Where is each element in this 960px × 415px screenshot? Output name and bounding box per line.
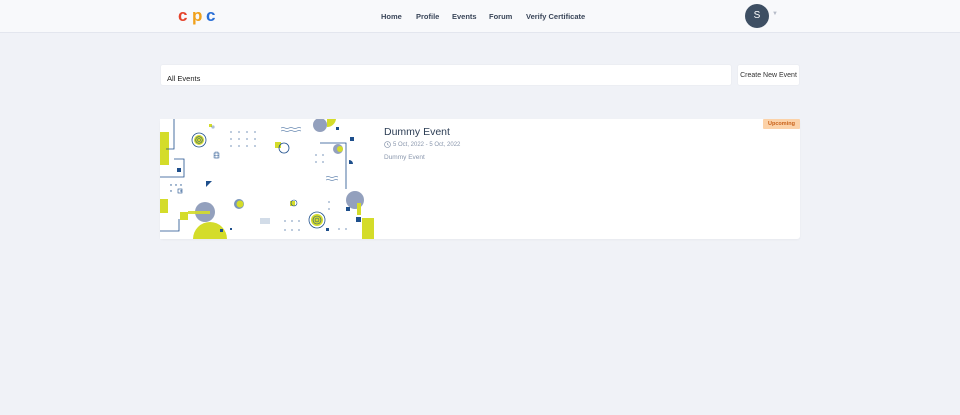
top-navbar: c p c Home Profile Events Forum Verify C…: [0, 0, 960, 33]
event-date-text: 5 Oct, 2022 - 5 Oct, 2022: [393, 141, 461, 148]
clock-icon: [384, 141, 391, 148]
create-new-event-button[interactable]: Create New Event: [737, 64, 800, 86]
event-title[interactable]: Dummy Event: [384, 126, 450, 138]
nav-item-verify-certificate[interactable]: Verify Certificate: [526, 12, 585, 21]
nav-item-profile[interactable]: Profile: [416, 12, 439, 21]
event-card[interactable]: Dummy Event 5 Oct, 2022 - 5 Oct, 2022 Du…: [160, 119, 800, 239]
event-date: 5 Oct, 2022 - 5 Oct, 2022: [384, 141, 460, 148]
event-banner-image: [160, 119, 374, 239]
nav-item-events[interactable]: Events: [452, 12, 477, 21]
user-avatar[interactable]: S: [745, 4, 769, 28]
status-badge: Upcoming: [763, 119, 800, 129]
main-nav: Home Profile Events Forum Verify Certifi…: [0, 0, 960, 33]
chevron-down-icon[interactable]: ▼: [772, 11, 778, 17]
nav-item-forum[interactable]: Forum: [489, 12, 512, 21]
event-filter-input[interactable]: [160, 64, 732, 86]
event-description: Dummy Event: [384, 154, 425, 161]
nav-item-home[interactable]: Home: [381, 12, 402, 21]
